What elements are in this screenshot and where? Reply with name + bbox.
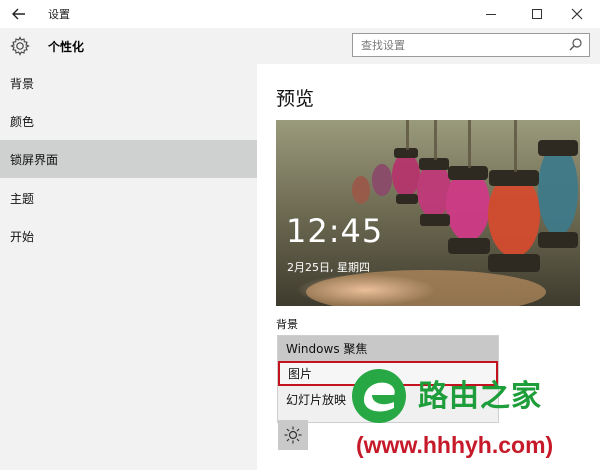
close-button[interactable]: [554, 0, 600, 28]
background-label: 背景: [276, 318, 298, 331]
watermark-url: (www.hhhyh.com): [356, 432, 554, 458]
search-icon[interactable]: [566, 35, 586, 55]
sidebar-header: 个性化: [0, 28, 257, 64]
page-title: 预览: [276, 88, 315, 110]
close-icon: [571, 8, 583, 20]
preview-date: 2月25日, 星期四: [287, 261, 370, 274]
minimize-button[interactable]: [468, 0, 514, 28]
gear-icon: [10, 36, 30, 56]
option-label: 图片: [288, 367, 313, 381]
back-arrow-icon[interactable]: [8, 3, 30, 25]
sidebar-item-label: 开始: [10, 229, 35, 244]
sidebar-item-label: 锁屏界面: [10, 152, 59, 167]
watermark-logo-icon: [352, 369, 406, 423]
brightness-icon: [284, 426, 302, 444]
sidebar-item-colors[interactable]: 颜色: [0, 102, 257, 140]
title-bar: 设置: [0, 0, 600, 28]
watermark-title: 路由之家: [418, 379, 542, 414]
sidebar-item-background[interactable]: 背景: [0, 64, 257, 102]
brightness-button[interactable]: [278, 420, 308, 450]
sidebar-item-lock-screen[interactable]: 锁屏界面: [0, 140, 257, 178]
option-label: 幻灯片放映: [286, 393, 347, 407]
section-title: 个性化: [48, 40, 85, 54]
option-label: Windows 聚焦: [286, 342, 368, 356]
preview-time: 12:45: [286, 212, 384, 250]
option-windows-spotlight[interactable]: Windows 聚焦: [278, 336, 498, 361]
sidebar-item-start[interactable]: 开始: [0, 217, 257, 255]
sidebar-item-label: 背景: [10, 76, 35, 91]
search-input[interactable]: 查找设置: [353, 37, 566, 53]
sidebar-item-themes[interactable]: 主题: [0, 179, 257, 217]
sidebar-item-label: 颜色: [10, 114, 35, 129]
search-box[interactable]: 查找设置: [352, 33, 590, 57]
minimize-icon: [486, 13, 496, 15]
sidebar-item-label: 主题: [10, 191, 35, 206]
maximize-icon: [532, 9, 542, 19]
window-title: 设置: [48, 8, 70, 21]
